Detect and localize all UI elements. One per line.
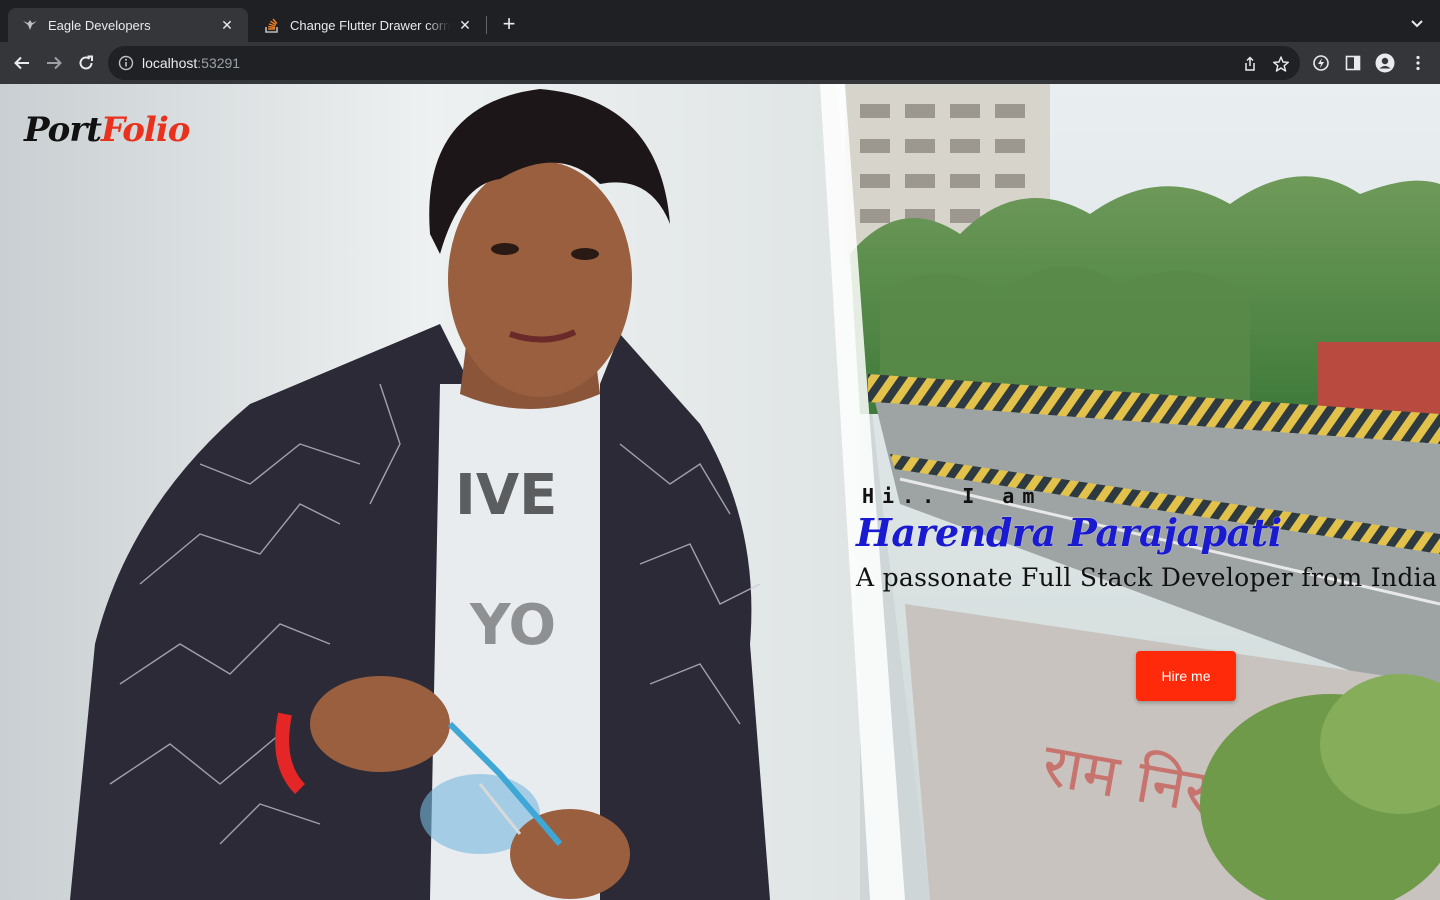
tab-title: Change Flutter Drawer corner: [290, 17, 450, 33]
greeting-text: Hi.. I am: [862, 484, 1043, 508]
back-arrow-icon[interactable]: [10, 51, 34, 75]
close-tab-icon[interactable]: ✕: [456, 16, 474, 34]
developer-name: Harendra Parajapati: [856, 510, 1282, 555]
tab-separator: [486, 16, 487, 34]
forward-arrow-icon[interactable]: [42, 51, 66, 75]
extension-icon[interactable]: [1311, 53, 1331, 73]
stackoverflow-icon: [264, 17, 280, 33]
url-host: localhost: [142, 55, 198, 71]
address-bar[interactable]: localhost:53291: [108, 46, 1300, 80]
url-port: :53291: [197, 55, 241, 71]
hero-intro: Hi.. I am Harendra Parajapati A passonat…: [856, 484, 1440, 592]
url-text: localhost:53291: [142, 55, 240, 71]
portfolio-logo[interactable]: PortFolio: [24, 110, 190, 150]
hire-me-button[interactable]: Hire me: [1136, 651, 1236, 701]
logo-part1: Port: [24, 110, 102, 150]
page-viewport: राम निर IVE YO PortFolio Hi.. I am Haren…: [0, 84, 1440, 900]
site-info-icon[interactable]: [118, 55, 134, 71]
share-icon[interactable]: [1241, 55, 1259, 73]
reload-icon[interactable]: [74, 51, 98, 75]
side-panel-icon[interactable]: [1343, 53, 1363, 73]
close-tab-icon[interactable]: ✕: [218, 16, 236, 34]
eagle-icon: [22, 17, 38, 33]
new-tab-icon[interactable]: +: [497, 13, 521, 37]
tab-search-chevron-icon[interactable]: [1408, 14, 1426, 32]
bookmark-star-icon[interactable]: [1272, 55, 1290, 73]
profile-avatar-icon[interactable]: [1375, 53, 1395, 73]
logo-part2: Folio: [100, 110, 190, 150]
tab-flutter-drawer[interactable]: Change Flutter Drawer corner ✕: [250, 8, 486, 42]
tab-title: Eagle Developers: [48, 17, 151, 33]
svg-text:IVE: IVE: [455, 463, 557, 528]
browser-toolbar: localhost:53291: [0, 42, 1440, 84]
svg-text:YO: YO: [469, 593, 556, 658]
tab-eagle-developers[interactable]: Eagle Developers ✕: [8, 8, 248, 42]
tagline-text: A passonate Full Stack Developer from In…: [856, 563, 1438, 592]
tab-strip: Eagle Developers ✕ Change Flutter Drawer…: [0, 0, 1440, 42]
kebab-menu-icon[interactable]: [1408, 53, 1428, 73]
